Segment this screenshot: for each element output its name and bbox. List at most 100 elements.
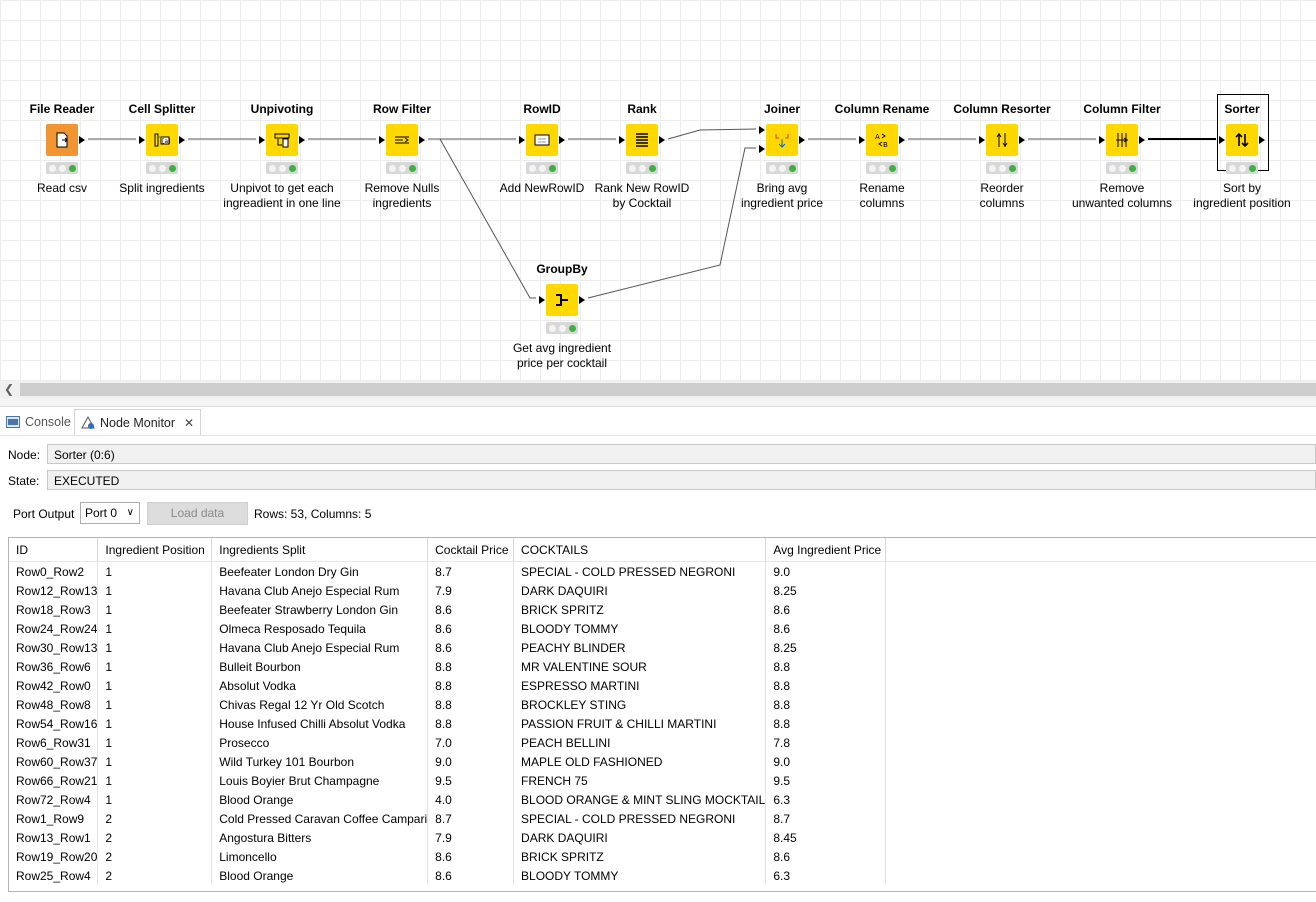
close-icon[interactable]: ✕ bbox=[184, 416, 194, 430]
input-port-top[interactable] bbox=[759, 126, 765, 134]
table-row[interactable]: Row12_Row13 1 Havana Club Anejo Especial R… bbox=[9, 581, 1316, 600]
table-cell-filler bbox=[886, 733, 1316, 752]
output-port[interactable] bbox=[799, 136, 805, 144]
port-select[interactable]: Port 0 ∨ bbox=[80, 502, 140, 524]
output-port[interactable] bbox=[579, 296, 585, 304]
table-cell: 9.5 bbox=[427, 771, 515, 790]
port-output-label: Port Output bbox=[13, 507, 75, 521]
output-port[interactable] bbox=[559, 136, 565, 144]
scrollbar-thumb[interactable] bbox=[20, 383, 1316, 396]
column-header[interactable]: Avg Ingredient Price bbox=[765, 538, 887, 562]
input-port[interactable] bbox=[379, 136, 385, 144]
input-port[interactable] bbox=[259, 136, 265, 144]
output-port[interactable] bbox=[299, 136, 305, 144]
column-rename-icon[interactable]: AB bbox=[866, 124, 898, 156]
output-port[interactable] bbox=[899, 136, 905, 144]
output-port[interactable] bbox=[659, 136, 665, 144]
data-table[interactable]: ID Ingredient Position Ingredients Split Co… bbox=[8, 537, 1316, 892]
table-cell: 8.8 bbox=[765, 676, 887, 695]
joiner-icon[interactable] bbox=[766, 124, 798, 156]
panel-divider[interactable] bbox=[0, 398, 1316, 407]
table-cell: BLOOD ORANGE & MINT SLING MOCKTAIL bbox=[513, 790, 767, 809]
node-annotation[interactable]: Get avg ingredient price per cocktail bbox=[472, 341, 652, 371]
workflow-canvas[interactable]: File Reader Read csv Cell Splitter [a] Split… bbox=[0, 0, 1316, 381]
scroll-left-icon[interactable]: ❮ bbox=[4, 382, 14, 396]
column-header[interactable]: Cocktail Price bbox=[427, 538, 515, 562]
column-filter-icon[interactable] bbox=[1106, 124, 1138, 156]
table-cell: 8.8 bbox=[765, 714, 887, 733]
sorter-icon[interactable] bbox=[1226, 124, 1258, 156]
column-header[interactable]: ID bbox=[9, 538, 99, 562]
column-header[interactable]: Ingredient Position bbox=[97, 538, 213, 562]
table-row[interactable]: Row48_Row8 1 Chivas Regal 12 Yr Old Scotch… bbox=[9, 695, 1316, 714]
input-port[interactable] bbox=[519, 136, 525, 144]
table-row[interactable]: Row18_Row3 1 Beefeater Strawberry London G… bbox=[9, 600, 1316, 619]
groupby-icon[interactable] bbox=[546, 284, 578, 316]
node-annotation[interactable]: Sort by ingredient position bbox=[1152, 181, 1316, 211]
row-filter-icon[interactable] bbox=[386, 124, 418, 156]
table-row[interactable]: Row24_Row24 1 Olmeca Resposado Tequila 8.6 B… bbox=[9, 619, 1316, 638]
input-port-bottom[interactable] bbox=[759, 145, 765, 153]
table-cell: 1 bbox=[97, 733, 213, 752]
input-port[interactable] bbox=[139, 136, 145, 144]
node-status-traffic-light bbox=[526, 162, 558, 174]
output-port[interactable] bbox=[1259, 136, 1265, 144]
table-row[interactable]: Row30_Row13 1 Havana Club Anejo Especial R… bbox=[9, 638, 1316, 657]
column-resorter-icon[interactable] bbox=[986, 124, 1018, 156]
column-header[interactable]: Ingredients Split bbox=[211, 538, 429, 562]
input-port[interactable] bbox=[539, 296, 545, 304]
table-row[interactable]: Row54_Row16 1 House Infused Chilli Absolut… bbox=[9, 714, 1316, 733]
table-row[interactable]: Row19_Row20 2 Limoncello 8.6 BRICK SPRITZ 8.6 bbox=[9, 847, 1316, 866]
input-port[interactable] bbox=[979, 136, 985, 144]
output-port[interactable] bbox=[1019, 136, 1025, 144]
input-port[interactable] bbox=[1219, 136, 1225, 144]
table-row[interactable]: Row72_Row4 1 Blood Orange 4.0 BLOOD ORANGE &… bbox=[9, 790, 1316, 809]
table-cell: Row0_Row2 bbox=[9, 561, 99, 581]
input-port[interactable] bbox=[859, 136, 865, 144]
table-cell: PASSION FRUIT & CHILLI MARTINI bbox=[513, 714, 767, 733]
table-row[interactable]: Row42_Row0 1 Absolut Vodka 8.8 ESPRESSO MART… bbox=[9, 676, 1316, 695]
table-row[interactable]: Row25_Row4 2 Blood Orange 8.6 BLOODY TOMMY 6.… bbox=[9, 866, 1316, 885]
table-row[interactable]: Row0_Row2 1 Beefeater London Dry Gin 8.7 SPE… bbox=[9, 561, 1316, 581]
rank-icon[interactable] bbox=[626, 124, 658, 156]
output-port[interactable] bbox=[179, 136, 185, 144]
table-cell: 8.25 bbox=[765, 638, 887, 657]
table-cell: 8.7 bbox=[765, 809, 887, 828]
node-status-traffic-light bbox=[866, 162, 898, 174]
rowid-icon[interactable] bbox=[526, 124, 558, 156]
table-row[interactable]: Row13_Row1 2 Angostura Bitters 7.9 DARK DAQU… bbox=[9, 828, 1316, 847]
tab-node-monitor[interactable]: Node Monitor ✕ bbox=[74, 409, 202, 435]
node-title: GroupBy bbox=[536, 262, 588, 276]
tab-console[interactable]: Console bbox=[0, 409, 77, 435]
table-cell: Prosecco bbox=[211, 733, 429, 752]
cell-splitter-icon[interactable]: [a] bbox=[146, 124, 178, 156]
table-cell-filler bbox=[886, 600, 1316, 619]
table-cell: MR VALENTINE SOUR bbox=[513, 657, 767, 676]
table-cell: 8.6 bbox=[765, 847, 887, 866]
node-annotation-line: ingredient position bbox=[1193, 196, 1291, 210]
table-cell-filler bbox=[886, 695, 1316, 714]
table-row[interactable]: Row1_Row9 2 Cold Pressed Caravan Coffee Ca… bbox=[9, 809, 1316, 828]
unpivoting-icon[interactable] bbox=[266, 124, 298, 156]
canvas-horizontal-scrollbar[interactable]: ❮ bbox=[0, 381, 1316, 398]
table-row[interactable]: Row66_Row21 1 Louis Boyier Brut Champagne 9… bbox=[9, 771, 1316, 790]
load-data-button[interactable]: Load data bbox=[147, 502, 248, 525]
table-cell: Cold Pressed Caravan Coffee Campari bbox=[211, 809, 429, 828]
table-cell: 8.8 bbox=[427, 657, 515, 676]
input-port[interactable] bbox=[1099, 136, 1105, 144]
table-cell: Havana Club Anejo Especial Rum bbox=[211, 581, 429, 600]
table-cell: Row72_Row4 bbox=[9, 790, 99, 809]
table-cell: Row13_Row1 bbox=[9, 828, 99, 847]
table-row[interactable]: Row6_Row31 1 Prosecco 7.0 PEACH BELLINI 7.8 bbox=[9, 733, 1316, 752]
output-port[interactable] bbox=[419, 136, 425, 144]
input-port[interactable] bbox=[619, 136, 625, 144]
table-cell: Chivas Regal 12 Yr Old Scotch bbox=[211, 695, 429, 714]
table-row[interactable]: Row36_Row6 1 Bulleit Bourbon 8.8 MR VALENTIN… bbox=[9, 657, 1316, 676]
table-row[interactable]: Row60_Row37 1 Wild Turkey 101 Bourbon 9.0 MA… bbox=[9, 752, 1316, 771]
output-port[interactable] bbox=[1139, 136, 1145, 144]
table-cell: Row25_Row4 bbox=[9, 866, 99, 885]
column-header[interactable]: COCKTAILS bbox=[513, 538, 767, 562]
table-cell: 8.45 bbox=[765, 828, 887, 847]
output-port[interactable] bbox=[79, 136, 85, 144]
file-reader-icon[interactable] bbox=[46, 124, 78, 156]
